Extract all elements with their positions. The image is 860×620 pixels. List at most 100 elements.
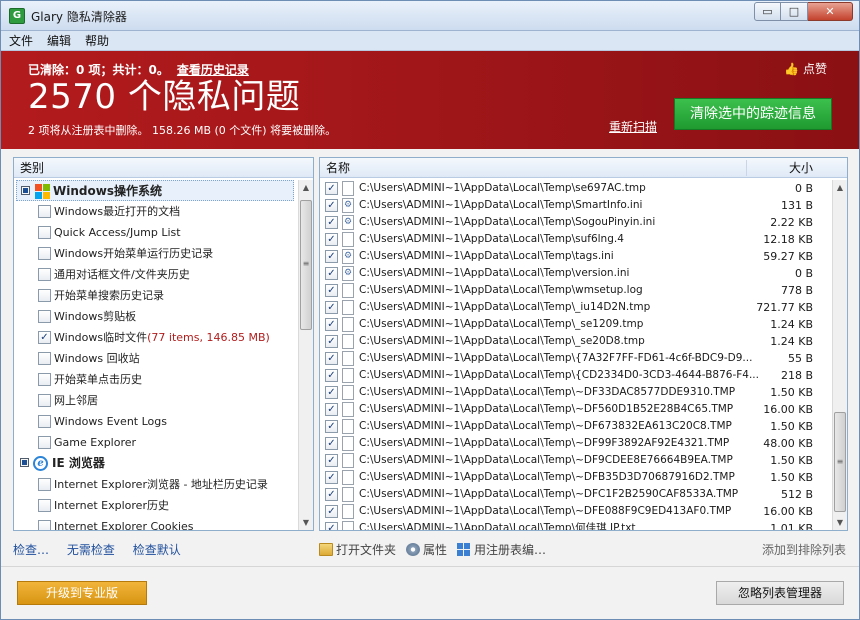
category-item[interactable]: 网上邻居	[14, 390, 298, 411]
file-row[interactable]: ✓ C:\Users\ADMINI~1\AppData\Local\Temp\{7…	[320, 350, 832, 367]
item-checkbox[interactable]	[38, 352, 51, 365]
scroll-up-arrow-icon[interactable]: ▲	[833, 180, 847, 195]
item-checkbox[interactable]	[38, 310, 51, 323]
close-button[interactable]: ✕	[808, 2, 853, 21]
file-checkbox[interactable]: ✓	[325, 199, 338, 212]
menu-file[interactable]: 文件	[9, 32, 33, 49]
item-checkbox[interactable]	[38, 289, 51, 302]
item-checkbox[interactable]	[38, 415, 51, 428]
file-row[interactable]: ✓ C:\Users\ADMINI~1\AppData\Local\Temp\~D…	[320, 418, 832, 435]
maximize-button[interactable]: □	[781, 2, 808, 21]
file-row[interactable]: ✓ C:\Users\ADMINI~1\AppData\Local\Temp\Sm…	[320, 197, 832, 214]
title-bar[interactable]: G Glary 隐私清除器 ▭ □ ✕	[1, 1, 859, 31]
file-row[interactable]: ✓ C:\Users\ADMINI~1\AppData\Local\Temp\~D…	[320, 503, 832, 520]
file-row[interactable]: ✓ C:\Users\ADMINI~1\AppData\Local\Temp\wm…	[320, 282, 832, 299]
properties-button[interactable]: 属性	[406, 541, 447, 558]
check-link[interactable]: 检查…	[13, 543, 49, 557]
file-checkbox[interactable]: ✓	[325, 437, 338, 450]
menu-help[interactable]: 帮助	[85, 32, 109, 49]
file-checkbox[interactable]: ✓	[325, 454, 338, 467]
category-item[interactable]: ✓ Windows临时文件(77 items, 146.85 MB)	[14, 327, 298, 348]
upgrade-pro-button[interactable]: 升级到专业版	[17, 581, 147, 605]
item-checkbox[interactable]: ✓	[38, 331, 51, 344]
item-checkbox[interactable]	[38, 394, 51, 407]
item-checkbox[interactable]	[38, 373, 51, 386]
file-row[interactable]: ✓ C:\Users\ADMINI~1\AppData\Local\Temp\~D…	[320, 469, 832, 486]
file-checkbox[interactable]: ✓	[325, 335, 338, 348]
file-checkbox[interactable]: ✓	[325, 386, 338, 399]
file-checkbox[interactable]: ✓	[325, 369, 338, 382]
item-checkbox[interactable]	[38, 520, 51, 530]
file-checkbox[interactable]: ✓	[325, 352, 338, 365]
column-name[interactable]: 名称	[326, 161, 350, 175]
item-checkbox[interactable]	[38, 499, 51, 512]
category-item[interactable]: Windows开始菜单运行历史记录	[14, 243, 298, 264]
category-group-windows[interactable]: Windows操作系统	[16, 180, 294, 201]
scroll-thumb[interactable]: ≡	[300, 200, 312, 330]
open-folder-button[interactable]: 打开文件夹	[319, 541, 396, 558]
category-item[interactable]: 开始菜单点击历史	[14, 369, 298, 390]
check-default-link[interactable]: 检查默认	[133, 543, 181, 557]
rescan-link[interactable]: 重新扫描	[609, 118, 657, 135]
item-checkbox[interactable]	[38, 436, 51, 449]
category-item[interactable]: Game Explorer	[14, 432, 298, 453]
file-checkbox[interactable]: ✓	[325, 420, 338, 433]
file-checkbox[interactable]: ✓	[325, 403, 338, 416]
file-checkbox[interactable]: ✓	[325, 471, 338, 484]
group-checkbox[interactable]	[20, 458, 29, 467]
file-row[interactable]: ✓ C:\Users\ADMINI~1\AppData\Local\Temp\ta…	[320, 248, 832, 265]
file-row[interactable]: ✓ C:\Users\ADMINI~1\AppData\Local\Temp\se…	[320, 180, 832, 197]
file-checkbox[interactable]: ✓	[325, 284, 338, 297]
category-item[interactable]: 通用对话框文件/文件夹历史	[14, 264, 298, 285]
file-scrollbar[interactable]: ▲ ≡ ▼	[832, 180, 847, 530]
file-row[interactable]: ✓ C:\Users\ADMINI~1\AppData\Local\Temp\~D…	[320, 401, 832, 418]
scroll-down-arrow-icon[interactable]: ▼	[833, 515, 847, 530]
file-row[interactable]: ✓ C:\Users\ADMINI~1\AppData\Local\Temp\ve…	[320, 265, 832, 282]
file-checkbox[interactable]: ✓	[325, 488, 338, 501]
file-checkbox[interactable]: ✓	[325, 505, 338, 518]
file-row[interactable]: ✓ C:\Users\ADMINI~1\AppData\Local\Temp\{C…	[320, 367, 832, 384]
scroll-down-arrow-icon[interactable]: ▼	[299, 515, 313, 530]
file-checkbox[interactable]: ✓	[325, 267, 338, 280]
clean-selected-button[interactable]: 清除选中的踪迹信息	[674, 98, 832, 130]
file-row[interactable]: ✓ C:\Users\ADMINI~1\AppData\Local\Temp\~D…	[320, 486, 832, 503]
category-item[interactable]: Internet Explorer Cookies	[14, 516, 298, 530]
no-check-link[interactable]: 无需检查	[67, 543, 115, 557]
file-row[interactable]: ✓ C:\Users\ADMINI~1\AppData\Local\Temp\_i…	[320, 299, 832, 316]
item-checkbox[interactable]	[38, 226, 51, 239]
file-checkbox[interactable]: ✓	[325, 318, 338, 331]
file-checkbox[interactable]: ✓	[325, 182, 338, 195]
category-item[interactable]: Windows剪贴板	[14, 306, 298, 327]
category-scrollbar[interactable]: ▲ ≡ ▼	[298, 180, 313, 530]
category-item[interactable]: Internet Explorer历史	[14, 495, 298, 516]
category-item[interactable]: Windows最近打开的文档	[14, 201, 298, 222]
category-item[interactable]: Windows 回收站	[14, 348, 298, 369]
regedit-button[interactable]: 用注册表编…	[457, 541, 546, 558]
category-item[interactable]: Quick Access/Jump List	[14, 222, 298, 243]
add-to-exclude-list-link[interactable]: 添加到排除列表	[762, 541, 846, 558]
category-group-ie[interactable]: e IE 浏览器	[14, 453, 298, 474]
file-row[interactable]: ✓ C:\Users\ADMINI~1\AppData\Local\Temp\~D…	[320, 452, 832, 469]
column-size[interactable]: 大小	[789, 158, 813, 178]
file-row[interactable]: ✓ C:\Users\ADMINI~1\AppData\Local\Temp\何佳…	[320, 520, 832, 530]
item-checkbox[interactable]	[38, 478, 51, 491]
file-checkbox[interactable]: ✓	[325, 301, 338, 314]
item-checkbox[interactable]	[38, 247, 51, 260]
ignore-list-manager-button[interactable]: 忽略列表管理器	[716, 581, 844, 605]
file-row[interactable]: ✓ C:\Users\ADMINI~1\AppData\Local\Temp\So…	[320, 214, 832, 231]
minimize-button[interactable]: ▭	[754, 2, 781, 21]
scroll-thumb[interactable]: ≡	[834, 412, 846, 512]
file-checkbox[interactable]: ✓	[325, 250, 338, 263]
view-history-link[interactable]: 查看历史记录	[177, 63, 249, 77]
item-checkbox[interactable]	[38, 205, 51, 218]
file-checkbox[interactable]: ✓	[325, 522, 338, 530]
category-item[interactable]: 开始菜单搜索历史记录	[14, 285, 298, 306]
scroll-up-arrow-icon[interactable]: ▲	[299, 180, 313, 195]
file-checkbox[interactable]: ✓	[325, 233, 338, 246]
file-row[interactable]: ✓ C:\Users\ADMINI~1\AppData\Local\Temp\~D…	[320, 384, 832, 401]
file-row[interactable]: ✓ C:\Users\ADMINI~1\AppData\Local\Temp\_s…	[320, 316, 832, 333]
menu-edit[interactable]: 编辑	[47, 32, 71, 49]
file-row[interactable]: ✓ C:\Users\ADMINI~1\AppData\Local\Temp\su…	[320, 231, 832, 248]
file-row[interactable]: ✓ C:\Users\ADMINI~1\AppData\Local\Temp\~D…	[320, 435, 832, 452]
category-item[interactable]: Internet Explorer浏览器 - 地址栏历史记录	[14, 474, 298, 495]
